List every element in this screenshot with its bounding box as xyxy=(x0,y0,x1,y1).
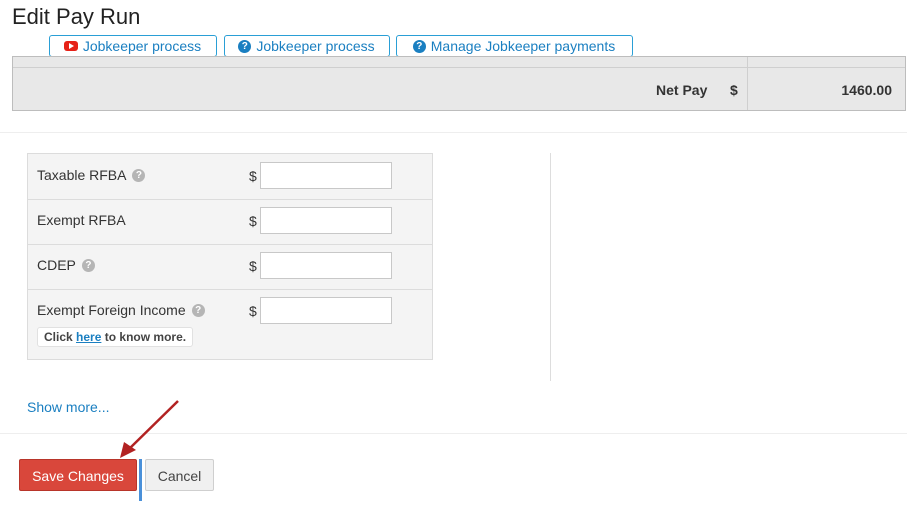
jobkeeper-video-button[interactable]: Jobkeeper process xyxy=(49,35,217,57)
taxable-rfba-label: Taxable RFBA xyxy=(37,167,127,183)
summary-column-divider xyxy=(747,57,748,110)
know-more-note: Click here to know more. xyxy=(37,327,194,347)
net-pay-label: Net Pay xyxy=(656,82,708,98)
section-divider xyxy=(0,132,907,133)
save-changes-button[interactable]: Save Changes xyxy=(19,459,137,491)
help-circle-icon: ? xyxy=(238,39,252,53)
exempt-rfba-input[interactable] xyxy=(260,207,392,234)
footer-divider xyxy=(0,433,907,434)
rfba-row-exempt: Exempt RFBA $ xyxy=(28,199,432,245)
rfba-row-cdep: CDEP? $ xyxy=(28,244,432,290)
help-icon[interactable]: ? xyxy=(81,258,95,272)
cdep-label: CDEP xyxy=(37,257,76,273)
help-circle-icon: ? xyxy=(412,39,426,53)
cancel-button[interactable]: Cancel xyxy=(145,459,214,491)
column-divider xyxy=(550,153,551,381)
cdep-input[interactable] xyxy=(260,252,392,279)
show-more-link[interactable]: Show more... xyxy=(27,399,109,415)
help-icon[interactable]: ? xyxy=(191,303,205,317)
exempt-rfba-currency: $ xyxy=(249,213,257,229)
focus-indicator xyxy=(139,459,142,501)
rfba-panel: Taxable RFBA? $ Exempt RFBA $ CDEP? $ Ex… xyxy=(27,153,433,360)
rfba-row-foreign: Exempt Foreign Income? $ Click here to k… xyxy=(28,289,432,359)
manage-jobkeeper-label: Manage Jobkeeper payments xyxy=(430,38,616,54)
arrow-shaft xyxy=(127,400,179,451)
net-pay-currency: $ xyxy=(730,82,738,98)
exempt-foreign-income-label: Exempt Foreign Income xyxy=(37,302,186,318)
note-suffix: to know more. xyxy=(104,330,187,344)
know-more-link[interactable]: here xyxy=(76,330,101,344)
summary-divider xyxy=(13,67,905,68)
taxable-rfba-currency: $ xyxy=(249,168,257,184)
exempt-foreign-income-input[interactable] xyxy=(260,297,392,324)
taxable-rfba-input[interactable] xyxy=(260,162,392,189)
jobkeeper-help-button[interactable]: ? Jobkeeper process xyxy=(224,35,390,57)
jobkeeper-video-label: Jobkeeper process xyxy=(82,38,202,54)
page-title: Edit Pay Run xyxy=(12,4,141,29)
arrow-head xyxy=(120,442,136,458)
youtube-icon xyxy=(63,41,78,52)
jobkeeper-help-label: Jobkeeper process xyxy=(256,38,375,54)
note-prefix: Click xyxy=(44,330,73,344)
rfba-row-taxable: Taxable RFBA? $ xyxy=(28,154,432,200)
pay-summary: Net Pay $ 1460.00 xyxy=(12,56,906,111)
manage-jobkeeper-button[interactable]: ? Manage Jobkeeper payments xyxy=(396,35,633,57)
net-pay-value: 1460.00 xyxy=(841,82,892,98)
cdep-currency: $ xyxy=(249,258,257,274)
exempt-foreign-income-currency: $ xyxy=(249,303,257,319)
exempt-rfba-label: Exempt RFBA xyxy=(37,212,126,228)
help-icon[interactable]: ? xyxy=(132,168,146,182)
